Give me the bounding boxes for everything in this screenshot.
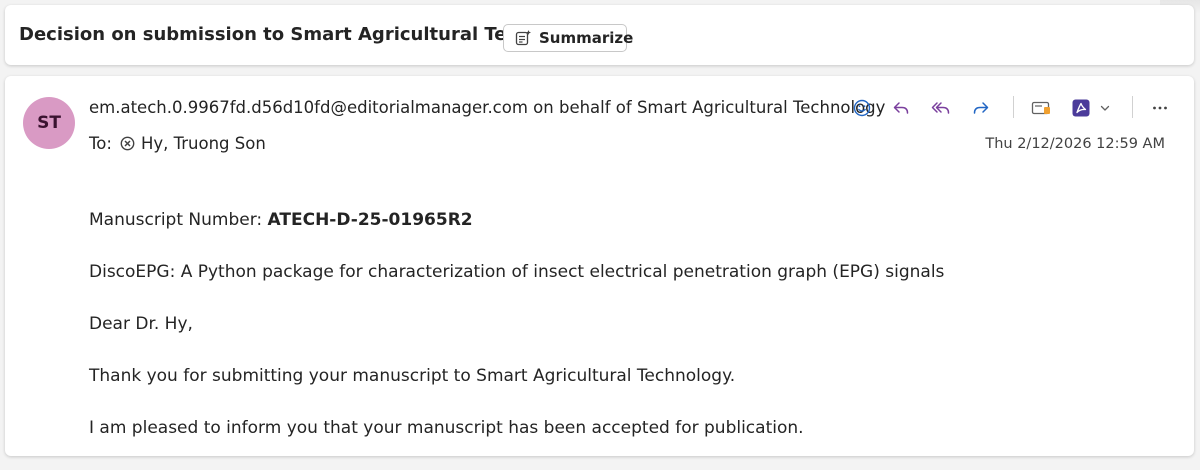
summarize-button[interactable]: Summarize: [503, 24, 633, 52]
summarize-label: Summarize: [539, 29, 634, 47]
subject-header: Decision on submission to Smart Agricult…: [5, 5, 1194, 65]
more-icon[interactable]: [1146, 94, 1174, 122]
toolbar-divider: [1132, 96, 1133, 118]
sender-name[interactable]: em.atech.0.9967fd.d56d10fd@editorialmana…: [89, 98, 885, 117]
decision-paragraph: I am pleased to inform you that your man…: [89, 418, 804, 438]
smiley-icon[interactable]: [848, 94, 876, 122]
chevron-down-icon[interactable]: [1095, 94, 1115, 122]
avatar[interactable]: ST: [23, 97, 75, 149]
manuscript-number: ATECH-D-25-01965R2: [267, 210, 473, 230]
message-pane: ST em.atech.0.9967fd.d56d10fd@editorialm…: [5, 76, 1194, 456]
pdf-icon[interactable]: [1067, 94, 1095, 122]
manuscript-number-label: Manuscript Number:: [89, 210, 268, 230]
manuscript-number-line: Manuscript Number: ATECH-D-25-01965R2: [89, 210, 944, 262]
summarize-icon: [514, 29, 532, 47]
blocked-recipient-icon: [120, 136, 135, 151]
reply-icon[interactable]: [887, 94, 915, 122]
recipient-line: To: Hy, Truong Son: [89, 134, 266, 153]
message-body: Manuscript Number: ATECH-D-25-01965R2 Di…: [89, 210, 944, 470]
reply-all-icon[interactable]: [927, 94, 955, 122]
toolbar-divider: [1013, 96, 1014, 118]
to-label: To:: [89, 134, 112, 153]
forward-icon[interactable]: [967, 94, 995, 122]
thanks-paragraph: Thank you for submitting your manuscript…: [89, 366, 736, 386]
paper-title: DiscoEPG: A Python package for character…: [89, 262, 945, 282]
recipient-name[interactable]: Hy, Truong Son: [141, 134, 266, 153]
received-datetime: Thu 2/12/2026 12:59 AM: [985, 136, 1165, 152]
salutation: Dear Dr. Hy,: [89, 314, 193, 334]
immersive-reader-icon[interactable]: [1027, 94, 1055, 122]
